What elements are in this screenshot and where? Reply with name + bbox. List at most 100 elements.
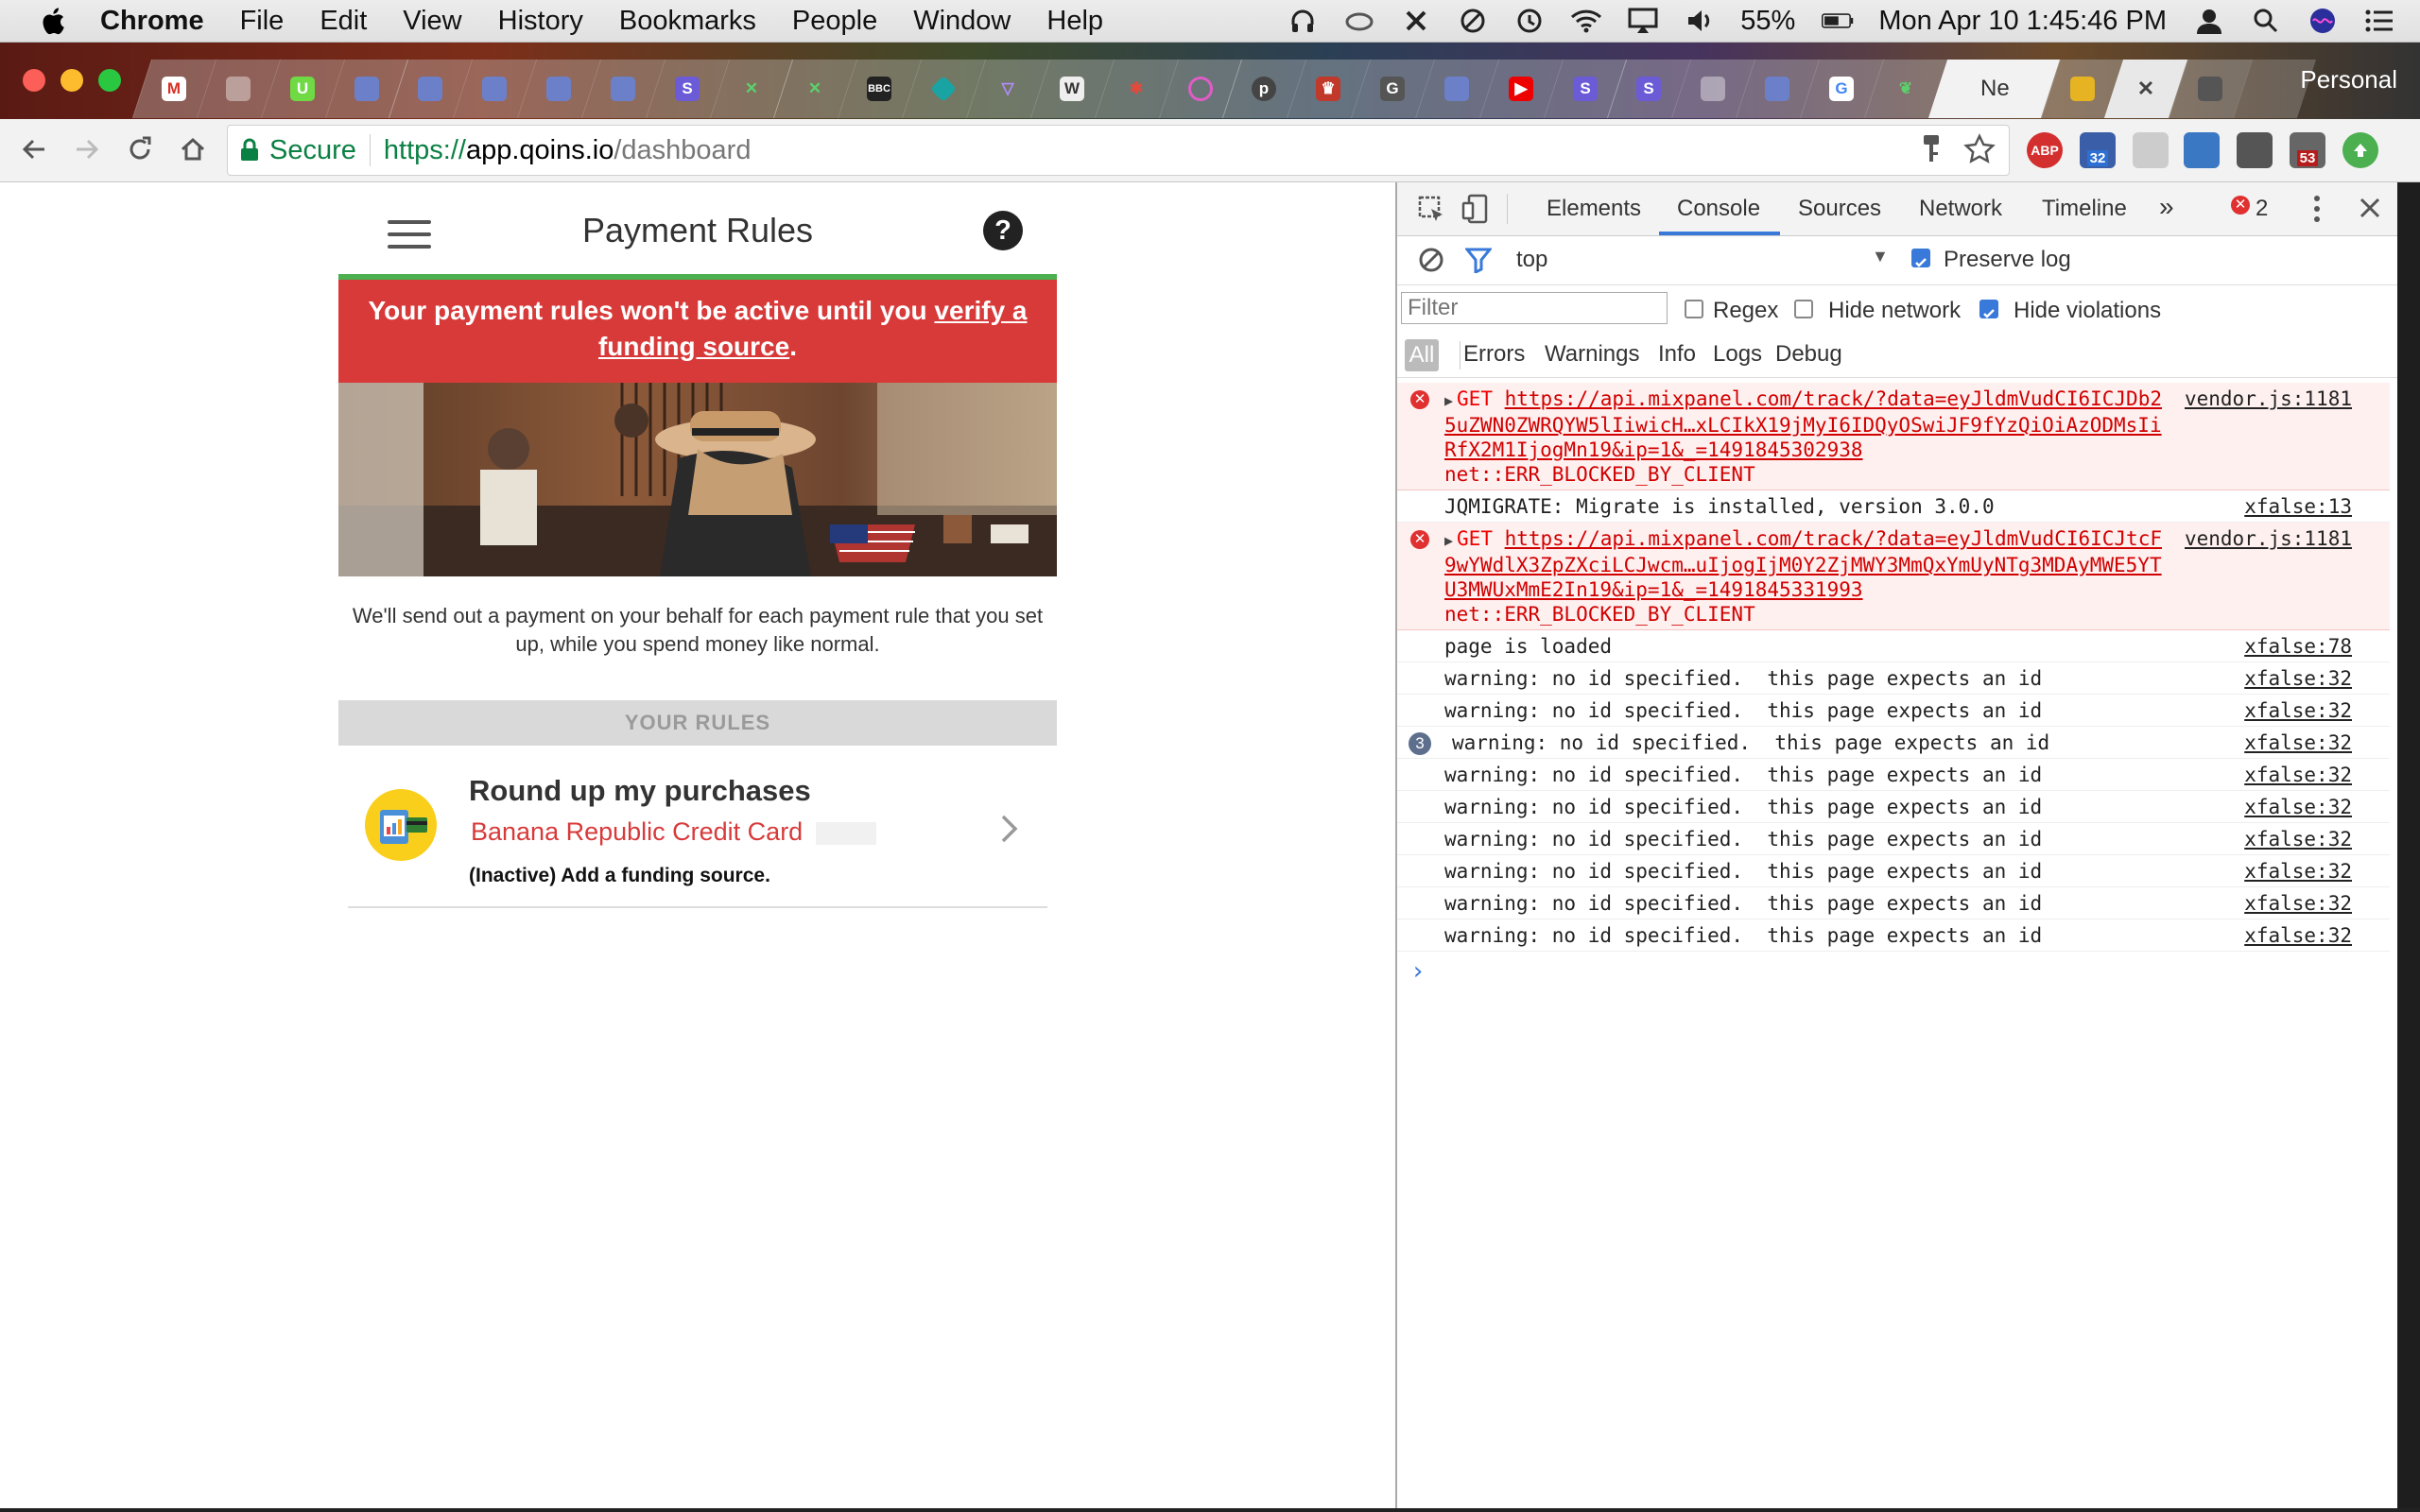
- expand-triangle-icon[interactable]: ▶: [1444, 532, 1453, 549]
- log-source-link[interactable]: xfalse:13: [2244, 494, 2352, 519]
- menu-history[interactable]: History: [498, 6, 583, 37]
- tab-elements[interactable]: Elements: [1547, 196, 1641, 222]
- back-button[interactable]: [15, 130, 53, 168]
- log-source-link[interactable]: xfalse:32: [2244, 923, 2352, 948]
- level-debug[interactable]: Debug: [1775, 341, 1842, 368]
- tab-sources[interactable]: Sources: [1798, 196, 1881, 222]
- close-tab-icon[interactable]: ✕: [2135, 77, 2159, 101]
- volume-icon[interactable]: [1684, 7, 1716, 35]
- log-source-link[interactable]: vendor.js:1181: [2185, 526, 2352, 551]
- battery-icon[interactable]: [1822, 7, 1854, 35]
- tab-console[interactable]: Console: [1677, 196, 1760, 222]
- menu-app-chrome[interactable]: Chrome: [100, 6, 204, 37]
- context-dropdown-icon[interactable]: ▼: [1872, 247, 1889, 266]
- request-url-link[interactable]: https://api.mixpanel.com/track/?data=eyJ…: [1444, 527, 2162, 601]
- log-source-link[interactable]: xfalse:32: [2244, 795, 2352, 819]
- close-devtools-icon[interactable]: [2358, 196, 2382, 220]
- user-icon[interactable]: [2193, 7, 2225, 35]
- inspect-element-icon[interactable]: [1418, 196, 1446, 224]
- console-error-row[interactable]: ✕ ▶ GET https://api.mixpanel.com/track/?da…: [1397, 383, 2390, 490]
- help-button[interactable]: ?: [983, 211, 1023, 250]
- upload-extension-icon[interactable]: [2342, 132, 2378, 168]
- chevron-right-icon[interactable]: [998, 812, 1021, 846]
- tab-network[interactable]: Network: [1919, 196, 2002, 222]
- log-source-link[interactable]: xfalse:32: [2244, 730, 2352, 755]
- filter-input[interactable]: [1401, 292, 1668, 324]
- grid-extension-icon[interactable]: [2237, 132, 2273, 168]
- console-prompt[interactable]: ›: [1410, 957, 2403, 986]
- level-info[interactable]: Info: [1658, 341, 1696, 368]
- menu-window[interactable]: Window: [913, 6, 1011, 37]
- tab-timeline[interactable]: Timeline: [2042, 196, 2127, 222]
- home-button[interactable]: [174, 130, 212, 168]
- menu-bookmarks[interactable]: Bookmarks: [619, 6, 756, 37]
- cast-icon[interactable]: [2133, 132, 2169, 168]
- error-count-icon[interactable]: ✕: [2231, 196, 2250, 215]
- zoom-window-button[interactable]: [98, 69, 121, 92]
- console-log-row[interactable]: warning: no id specified. this page expe…: [1397, 791, 2390, 823]
- preserve-log-checkbox[interactable]: [1911, 249, 1930, 267]
- siri-icon[interactable]: [2307, 7, 2339, 35]
- expand-triangle-icon[interactable]: ▶: [1444, 392, 1453, 409]
- console-log-row[interactable]: warning: no id specified. this page expe…: [1397, 759, 2390, 791]
- console-log-row[interactable]: page is loaded xfalse:78: [1397, 630, 2390, 662]
- filter-icon[interactable]: [1465, 247, 1492, 273]
- console-log-row[interactable]: 3 warning: no id specified. this page exp…: [1397, 727, 2390, 759]
- tools-icon[interactable]: [1400, 7, 1432, 35]
- log-source-link[interactable]: xfalse:32: [2244, 666, 2352, 691]
- creative-cloud-icon[interactable]: [1343, 7, 1375, 35]
- log-source-link[interactable]: xfalse:32: [2244, 891, 2352, 916]
- menu-people[interactable]: People: [792, 6, 877, 37]
- key-icon[interactable]: [1920, 133, 1943, 165]
- menu-help[interactable]: Help: [1046, 6, 1103, 37]
- calendar-extension-icon[interactable]: 53: [2290, 132, 2325, 168]
- console-log-row[interactable]: warning: no id specified. this page expe…: [1397, 695, 2390, 727]
- log-source-link[interactable]: vendor.js:1181: [2185, 387, 2352, 411]
- level-logs[interactable]: Logs: [1713, 341, 1762, 368]
- error-count[interactable]: 2: [2256, 196, 2268, 222]
- log-source-link[interactable]: xfalse:32: [2244, 698, 2352, 723]
- apple-icon[interactable]: [40, 6, 66, 36]
- reload-button[interactable]: [121, 130, 159, 168]
- clear-console-icon[interactable]: [1418, 247, 1444, 273]
- spotlight-search-icon[interactable]: [2250, 7, 2282, 35]
- forward-button[interactable]: [68, 130, 106, 168]
- console-log-row[interactable]: warning: no id specified. this page expe…: [1397, 887, 2390, 919]
- wifi-icon[interactable]: [1570, 7, 1602, 35]
- level-all[interactable]: All: [1405, 339, 1439, 371]
- menu-file[interactable]: File: [240, 6, 285, 37]
- close-window-button[interactable]: [23, 69, 45, 92]
- console-log-row[interactable]: JQMIGRATE: Migrate is installed, version…: [1397, 490, 2390, 523]
- regex-checkbox[interactable]: [1685, 300, 1703, 318]
- log-source-link[interactable]: xfalse:32: [2244, 827, 2352, 851]
- more-tabs-button[interactable]: »: [2159, 192, 2174, 222]
- bookmark-star-icon[interactable]: [1963, 133, 1996, 165]
- airplay-icon[interactable]: [1627, 7, 1659, 35]
- menu-view[interactable]: View: [403, 6, 461, 37]
- profile-button[interactable]: Personal: [2300, 65, 2397, 94]
- console-log-row[interactable]: warning: no id specified. this page expe…: [1397, 919, 2390, 952]
- level-errors[interactable]: Errors: [1463, 341, 1525, 368]
- kebab-menu-icon[interactable]: [2310, 194, 2324, 224]
- minimize-window-button[interactable]: [60, 69, 83, 92]
- hide-violations-checkbox[interactable]: [1979, 300, 1998, 318]
- request-url-link[interactable]: https://api.mixpanel.com/track/?data=eyJ…: [1444, 387, 2162, 461]
- headphones-icon[interactable]: [1287, 7, 1319, 35]
- context-select[interactable]: top: [1516, 247, 1547, 273]
- menu-edit[interactable]: Edit: [320, 6, 367, 37]
- adblock-plus-icon[interactable]: ABP: [2027, 132, 2063, 168]
- time-machine-icon[interactable]: [1513, 7, 1546, 35]
- bookmark-manager-icon[interactable]: [2184, 132, 2220, 168]
- console-log-row[interactable]: warning: no id specified. this page expe…: [1397, 823, 2390, 855]
- level-warnings[interactable]: Warnings: [1545, 341, 1639, 368]
- clock[interactable]: Mon Apr 10 1:45:46 PM: [1878, 6, 2167, 37]
- tab-active[interactable]: Ne: [1927, 60, 2060, 118]
- do-not-disturb-icon[interactable]: [1457, 7, 1489, 35]
- console-log-row[interactable]: warning: no id specified. this page expe…: [1397, 662, 2390, 695]
- address-bar[interactable]: Secure https://app.qoins.io/dashboard: [227, 125, 2010, 176]
- device-toolbar-icon[interactable]: [1461, 194, 1490, 224]
- console-error-row[interactable]: ✕ ▶ GET https://api.mixpanel.com/track/?da…: [1397, 523, 2390, 630]
- extension-badge-icon[interactable]: 32: [2080, 132, 2116, 168]
- log-source-link[interactable]: xfalse:32: [2244, 859, 2352, 884]
- console-log-row[interactable]: warning: no id specified. this page expe…: [1397, 855, 2390, 887]
